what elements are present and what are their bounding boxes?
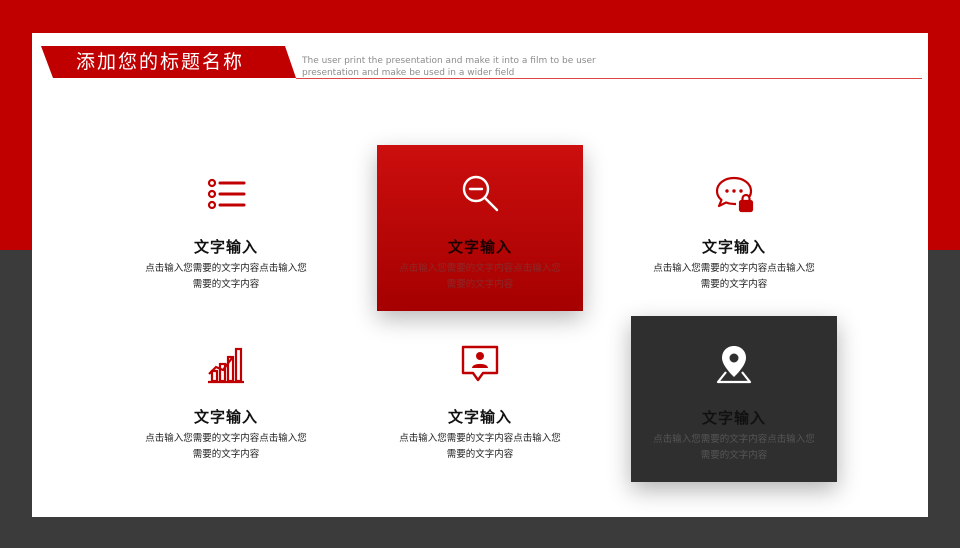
card-title: 文字输入 [447, 408, 512, 426]
card-description: 点击输入您需要的文字内容点击输入您需要的文字内容 [399, 263, 561, 290]
list-icon [207, 178, 246, 210]
feature-card-5: 文字输入 点击输入您需要的文字内容点击输入您需要的文字内容 [377, 330, 583, 496]
zoom-out-icon [462, 175, 499, 212]
card-description: 点击输入您需要的文字内容点击输入您需要的文字内容 [653, 263, 815, 290]
feature-card-4: 文字输入 点击输入您需要的文字内容点击输入您需要的文字内容 [123, 330, 329, 496]
page-subtitle: The user print the presentation and make… [302, 56, 596, 78]
feature-card-3: 文字输入 点击输入您需要的文字内容点击输入您需要的文字内容 [631, 160, 837, 326]
card-description: 点击输入您需要的文字内容点击输入您需要的文字内容 [653, 434, 815, 461]
card-title: 文字输入 [447, 238, 512, 256]
card-title: 文字输入 [701, 409, 766, 427]
card-title: 文字输入 [193, 238, 258, 256]
page-title: 添加您的标题名称 [76, 51, 245, 73]
card-title: 文字输入 [193, 408, 258, 426]
map-pin-icon [716, 346, 752, 384]
feature-card-1: 文字输入 点击输入您需要的文字内容点击输入您需要的文字内容 [123, 160, 329, 326]
card-description: 点击输入您需要的文字内容点击输入您需要的文字内容 [399, 433, 561, 460]
feature-card-2: 文字输入 点击输入您需要的文字内容点击输入您需要的文字内容 [377, 145, 583, 311]
chat-lock-icon [715, 176, 754, 213]
card-title: 文字输入 [701, 238, 766, 256]
card-description: 点击输入您需要的文字内容点击输入您需要的文字内容 [145, 433, 307, 460]
title-divider [296, 78, 922, 79]
user-message-icon [461, 345, 499, 382]
signal-chart-icon [208, 347, 244, 384]
card-description: 点击输入您需要的文字内容点击输入您需要的文字内容 [145, 263, 307, 290]
feature-card-6: 文字输入 点击输入您需要的文字内容点击输入您需要的文字内容 [631, 316, 837, 482]
